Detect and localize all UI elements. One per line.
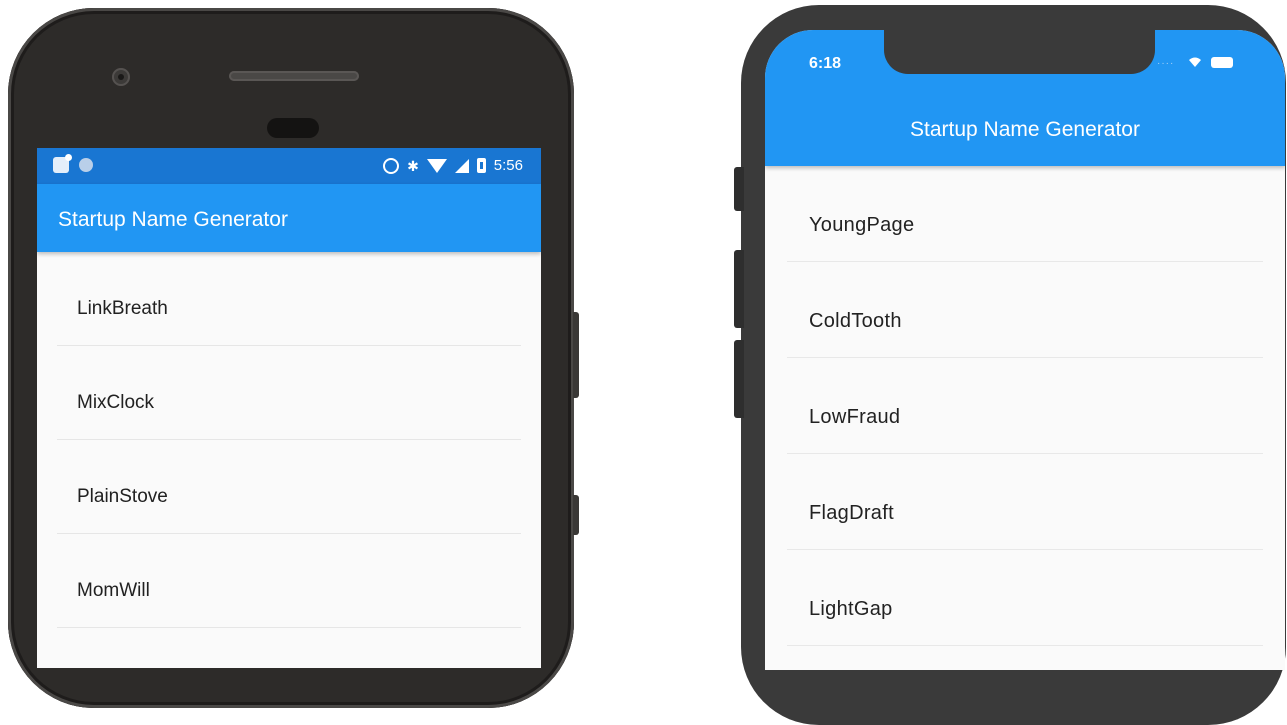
proximity-sensor <box>267 118 319 138</box>
list-item-label: ColdTooth <box>809 310 902 332</box>
list-item[interactable]: LowFraud <box>787 358 1263 454</box>
app-bar: Startup Name Generator <box>37 184 541 252</box>
list-item-label: YoungPage <box>809 214 915 236</box>
status-time: 6:18 <box>809 55 842 72</box>
android-status-bar: ✱ 5:56 <box>37 148 541 184</box>
ios-nav-bar: 6:18 ···· Startup Name Generator <box>765 30 1285 166</box>
status-time: 5:56 <box>493 157 523 174</box>
notification-icon <box>53 154 72 173</box>
page-title: Startup Name Generator <box>58 208 288 231</box>
earpiece-speaker <box>229 71 359 81</box>
list-item-label: LowFraud <box>809 406 901 428</box>
wifi-icon <box>1189 57 1201 67</box>
carrier-dots-icon: ···· <box>1157 58 1175 69</box>
list-item[interactable]: MomWill <box>57 534 521 628</box>
volume-button <box>573 495 579 535</box>
signal-icon <box>454 158 469 173</box>
name-list: YoungPage ColdTooth LowFraud FlagDraft L… <box>765 166 1285 646</box>
status-dot-icon <box>79 158 93 172</box>
battery-icon <box>1211 57 1233 68</box>
list-item[interactable]: FlagDraft <box>787 454 1263 550</box>
power-button <box>573 312 579 398</box>
battery-icon <box>476 158 486 173</box>
list-item[interactable]: PlainStove <box>57 440 521 534</box>
list-item[interactable]: YoungPage <box>787 166 1263 262</box>
list-item[interactable]: ColdTooth <box>787 262 1263 358</box>
bluetooth-icon: ✱ <box>407 157 419 174</box>
list-item-label: MomWill <box>77 580 150 601</box>
front-camera-icon <box>112 68 130 86</box>
list-item[interactable]: LinkBreath <box>57 252 521 346</box>
android-screen: ✱ 5:56 Startup Name Generator LinkBreath… <box>37 148 541 668</box>
list-item-label: FlagDraft <box>809 502 894 524</box>
name-list: LinkBreath MixClock PlainStove MomWill <box>37 252 541 628</box>
wifi-icon <box>426 158 447 173</box>
page-title: Startup Name Generator <box>910 118 1140 141</box>
volume-down-button <box>734 340 744 418</box>
notch <box>884 30 1155 74</box>
list-item[interactable]: MixClock <box>57 346 521 440</box>
list-item-label: LightGap <box>809 598 893 620</box>
list-item[interactable]: LightGap <box>787 550 1263 646</box>
list-item-label: PlainStove <box>77 486 168 507</box>
list-item-label: LinkBreath <box>77 298 168 319</box>
ios-screen: 6:18 ···· Startup Name Generator YoungPa… <box>765 30 1285 670</box>
sync-icon <box>383 157 400 174</box>
mute-switch <box>734 167 744 211</box>
list-item-label: MixClock <box>77 392 155 413</box>
volume-up-button <box>734 250 744 328</box>
